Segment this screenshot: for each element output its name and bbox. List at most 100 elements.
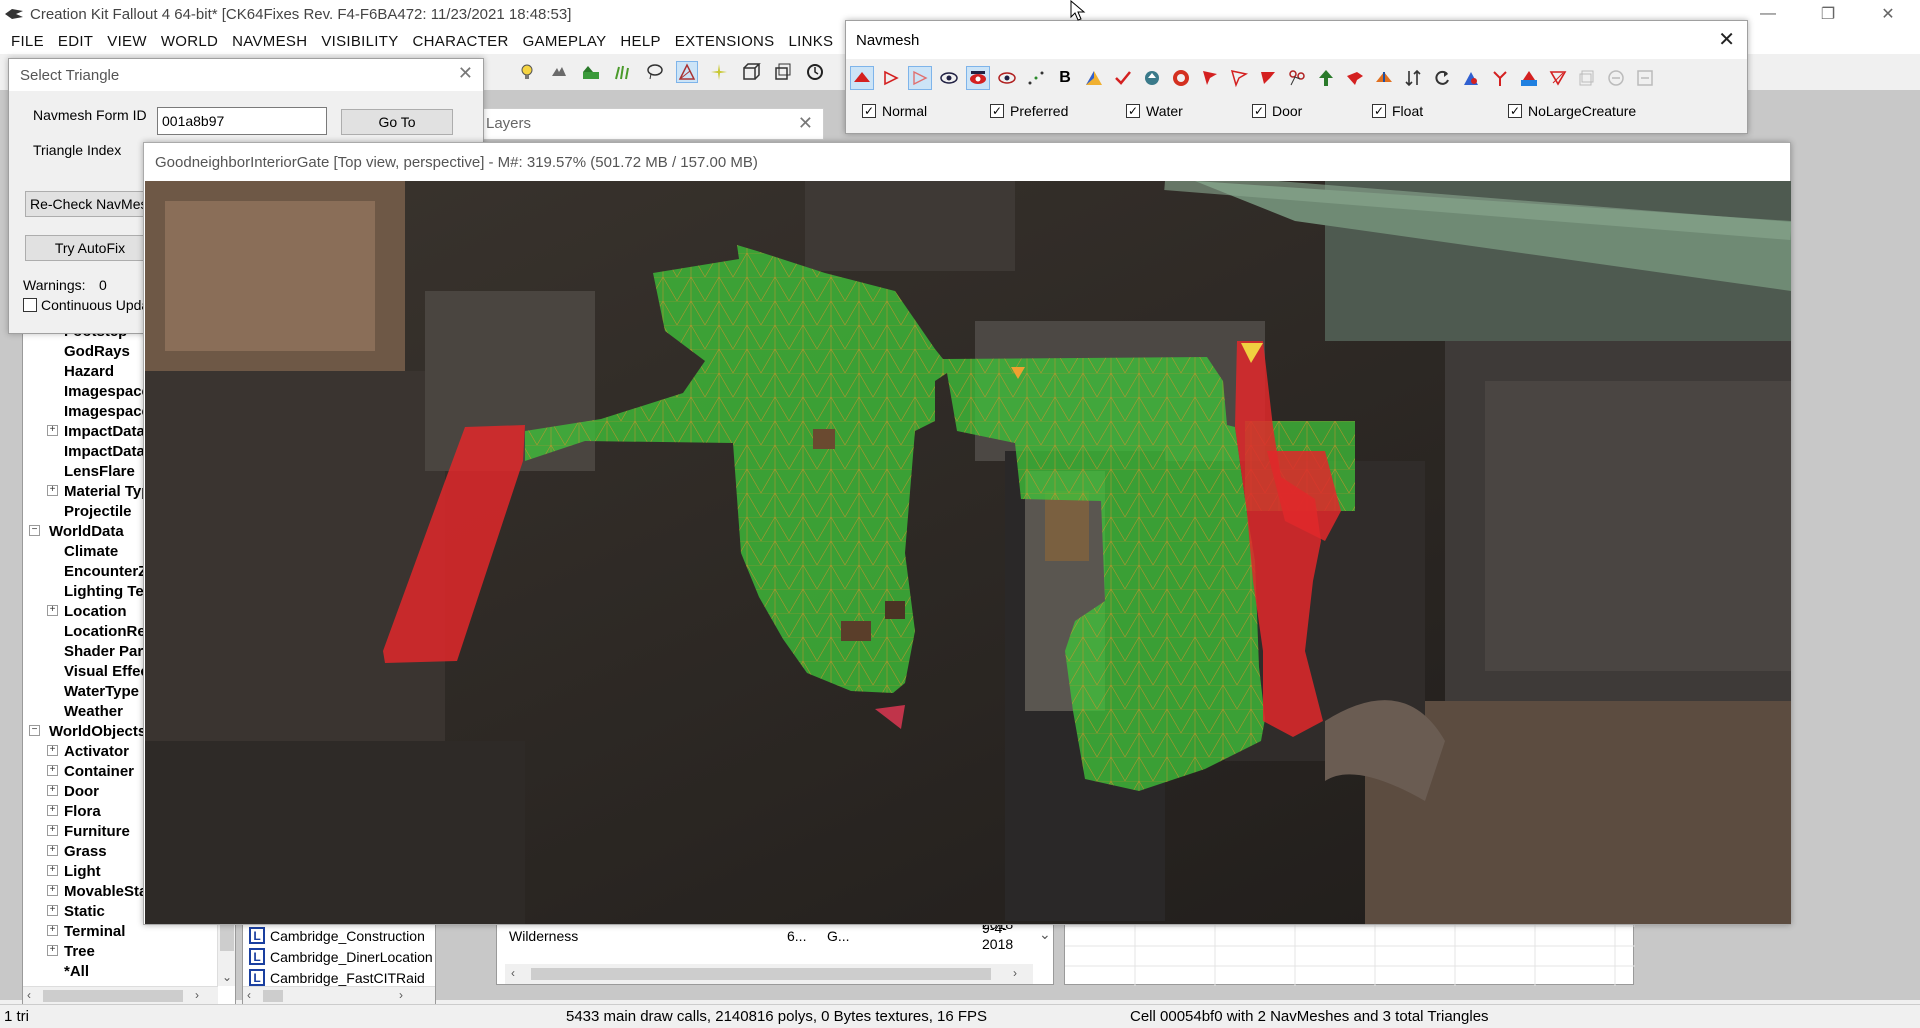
sort-icon[interactable] [1401,66,1425,90]
checkmark-icon[interactable] [1111,66,1135,90]
objects-horizontal-scrollbar[interactable]: ‹ › [505,964,1033,984]
expand-icon[interactable]: + [47,605,58,616]
cell-objects-list[interactable]: Wilderness2...G...9-4-2018Wilderness6...… [496,915,1054,985]
menu-extensions[interactable]: EXTENSIONS [668,33,782,50]
scroll-thumb[interactable] [43,990,183,1002]
cell-row[interactable]: L Cambridge_DinerLocation [243,946,435,967]
copy-disabled-icon[interactable] [1575,66,1599,90]
close-icon[interactable]: ✕ [458,63,473,84]
cell-row[interactable]: L Cambridge_Construction [243,925,435,946]
select-triangle-icon[interactable] [879,66,903,90]
filter-preferred[interactable]: ✓ Preferred [990,103,1068,119]
menu-visibility[interactable]: VISIBILITY [314,33,405,50]
form-id-input[interactable]: 001a8b97 [157,107,327,135]
continuous-update-checkbox[interactable] [23,298,37,312]
lightbulb-icon[interactable] [516,61,538,83]
collapse-icon[interactable]: − [29,525,40,536]
clock-icon[interactable] [804,61,826,83]
expand-icon[interactable]: + [47,885,58,896]
filter-checkbox[interactable]: ✓ [1252,104,1266,118]
expand-icon[interactable]: + [47,905,58,916]
menu-view[interactable]: VIEW [100,33,154,50]
minimize-button[interactable]: — [1740,0,1796,28]
water-triangle-icon[interactable] [1517,66,1541,90]
navmesh-edit-icon[interactable] [676,61,698,83]
collapse-icon[interactable]: − [29,725,40,736]
filter-float[interactable]: ✓ Float [1372,103,1423,119]
filter-checkbox[interactable]: ✓ [990,104,1004,118]
scroll-down-icon[interactable]: ⌄ [222,970,232,984]
filter-normal[interactable]: ✓ Normal [862,103,927,119]
filter-checkbox[interactable]: ✓ [862,104,876,118]
close-button[interactable]: ✕ [1860,0,1916,28]
vertex-dots-icon[interactable] [1024,66,1048,90]
globe-icon[interactable] [1169,66,1193,90]
cell-list[interactable]: LCambridge_CollegeFarmLCambridge_Constru… [242,915,436,1005]
filter-checkbox[interactable]: ✓ [1126,104,1140,118]
sky-icon[interactable] [548,61,570,83]
lasso-icon[interactable] [644,61,666,83]
restore-button[interactable]: ❐ [1800,0,1856,28]
try-autofix-button[interactable]: Try AutoFix [25,235,155,261]
minus-circle-icon[interactable] [1604,66,1628,90]
flag-icon[interactable] [1198,66,1222,90]
grass-icon[interactable] [612,61,634,83]
rotate-icon[interactable] [1430,66,1454,90]
filter-nolargecreature[interactable]: ✓ NoLargeCreature [1508,103,1636,119]
menu-navmesh[interactable]: NAVMESH [225,33,314,50]
minus-box-icon[interactable] [1633,66,1657,90]
menu-character[interactable]: CHARACTER [406,33,516,50]
expand-icon[interactable]: + [47,945,58,956]
box-wire-icon[interactable] [772,61,794,83]
scroll-right-icon[interactable]: › [1013,966,1017,980]
expand-icon[interactable]: + [47,765,58,776]
filter-water[interactable]: ✓ Water [1126,103,1183,119]
filter-checkbox[interactable]: ✓ [1508,104,1522,118]
flag-outline-icon[interactable] [1227,66,1251,90]
cell-object-row[interactable]: Wilderness 6... G... 9-4-2018 [497,920,1037,952]
tree-horizontal-scrollbar[interactable]: ‹ › [23,986,218,1004]
tree-item[interactable]: *All [23,961,218,981]
draw-triangle-icon[interactable] [850,66,874,90]
expand-icon[interactable]: + [47,785,58,796]
menu-world[interactable]: WORLD [154,33,225,50]
cell-row[interactable]: L Cambridge_FastCITRaid [243,967,435,988]
red-arrow-icon[interactable] [1343,66,1367,90]
go-to-button[interactable]: Go To [341,109,453,135]
flag-arrow-icon[interactable] [1256,66,1280,90]
3d-viewport[interactable] [145,181,1791,924]
expand-icon[interactable]: + [47,485,58,496]
close-icon[interactable]: ✕ [798,113,813,134]
box-icon[interactable] [740,61,762,83]
cover-icon[interactable] [1140,66,1164,90]
filter-door[interactable]: ✓ Door [1252,103,1302,119]
menu-edit[interactable]: EDIT [51,33,100,50]
scroll-left-icon[interactable]: ‹ [27,988,31,1002]
split-icon[interactable] [1372,66,1396,90]
scroll-thumb[interactable] [263,990,283,1002]
recheck-navmesh-button[interactable]: Re-Check NavMesh [25,191,155,217]
filter-checkbox[interactable]: ✓ [1372,104,1386,118]
bold-tool-icon[interactable]: B [1053,66,1077,90]
scroll-left-icon[interactable]: ‹ [511,966,515,980]
expand-icon[interactable]: + [47,805,58,816]
person-icon[interactable] [1459,66,1483,90]
expand-icon[interactable]: + [47,425,58,436]
scroll-thumb[interactable] [531,968,991,980]
menu-gameplay[interactable]: GAMEPLAY [516,33,614,50]
menu-links[interactable]: LINKS [781,33,840,50]
tree-cover-icon[interactable] [1314,66,1338,90]
network-icon[interactable] [1285,66,1309,90]
scroll-down-icon[interactable]: ⌄ [1039,926,1051,943]
scroll-left-icon[interactable]: ‹ [247,988,251,1002]
sparkle-icon[interactable] [708,61,730,83]
expand-icon[interactable]: + [47,865,58,876]
expand-icon[interactable]: + [47,845,58,856]
scroll-right-icon[interactable]: › [399,988,403,1002]
menu-help[interactable]: HELP [613,33,667,50]
cell-horizontal-scrollbar[interactable]: ‹ › [243,986,435,1004]
eye-icon[interactable] [937,66,961,90]
landscape-icon[interactable] [580,61,602,83]
eye-red-icon[interactable] [966,66,990,90]
tree-item[interactable]: + Tree [23,941,218,961]
